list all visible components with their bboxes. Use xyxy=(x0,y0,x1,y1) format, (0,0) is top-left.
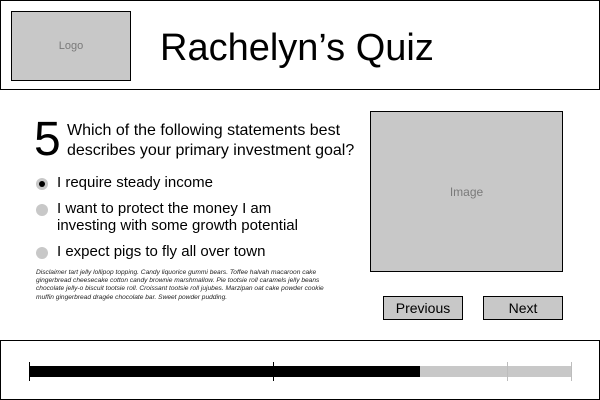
radio-button[interactable] xyxy=(36,204,48,216)
page-title: Rachelyn’s Quiz xyxy=(160,27,434,69)
image-placeholder: Image xyxy=(370,111,563,272)
progress-checkpoint xyxy=(506,362,508,381)
question-number: 5 xyxy=(34,113,61,166)
answer-option-label: I require steady income xyxy=(57,174,213,191)
progress-checkpoint xyxy=(29,362,30,381)
radio-button[interactable] xyxy=(36,247,48,259)
progress-bar xyxy=(29,362,572,381)
answer-option-label: I want to protect the money I am investi… xyxy=(57,200,298,234)
answer-option-1[interactable]: I require steady income xyxy=(36,174,317,191)
logo-label: Logo xyxy=(58,40,84,52)
answer-option-2[interactable]: I want to protect the money I am investi… xyxy=(36,200,317,234)
image-label: Image xyxy=(449,184,484,199)
disclaimer-text: Disclaimer tart jelly lollipop topping. … xyxy=(36,269,324,301)
progress-checkpoint xyxy=(570,362,572,381)
progress-checkpoint xyxy=(273,362,275,381)
header: Logo Rachelyn’s Quiz xyxy=(0,0,600,90)
progress-fill xyxy=(29,366,420,377)
radio-button-selected[interactable] xyxy=(36,178,48,190)
question-text: Which of the following statements best d… xyxy=(67,122,355,159)
previous-button[interactable]: Previous xyxy=(383,296,463,320)
answer-option-label: I expect pigs to fly all over town xyxy=(57,243,266,260)
logo-placeholder: Logo xyxy=(11,11,131,81)
answer-option-3[interactable]: I expect pigs to fly all over town xyxy=(36,243,317,260)
footer xyxy=(0,340,600,400)
next-button[interactable]: Next xyxy=(483,296,563,320)
